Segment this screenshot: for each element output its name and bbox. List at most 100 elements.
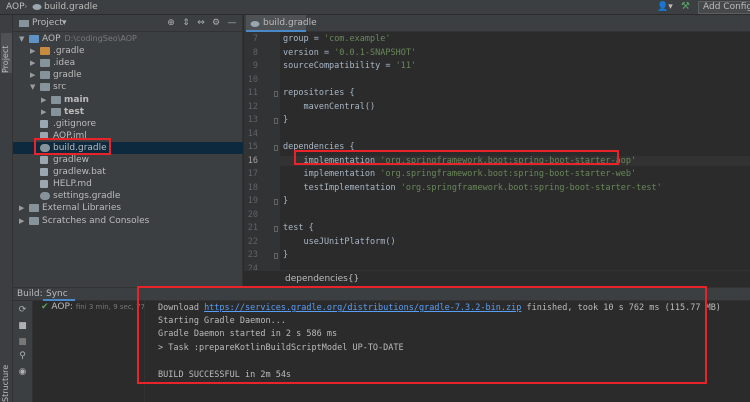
tab-label: build.gradle <box>263 18 317 28</box>
line-number: 8 <box>252 47 258 58</box>
project-tool-tab[interactable]: Project <box>1 33 12 73</box>
breadcrumb-separator: › <box>24 2 28 12</box>
fold-marker-icon[interactable] <box>274 253 278 259</box>
project-panel-header: Project ▾ ⊕ ⇕ ⇔ ⚙ — <box>13 15 243 32</box>
chevron-down-icon[interactable]: ▼ <box>19 33 27 45</box>
fold-marker-icon[interactable] <box>274 145 278 151</box>
fold-marker-icon[interactable] <box>274 226 278 232</box>
line-number: 23 <box>247 250 258 260</box>
minimize-icon[interactable]: — <box>227 18 237 28</box>
tree-item[interactable]: ▶ External Libraries <box>13 202 243 214</box>
code-token: version = <box>283 47 335 58</box>
highlight-box-build-gradle <box>34 138 111 155</box>
line-number: 13 <box>247 115 258 125</box>
chevron-right-icon[interactable]: ▶ <box>19 202 27 214</box>
project-path: D:\codingSeo\AOP <box>64 34 137 43</box>
build-tree: ✔ AOP: fini 3 min, 9 sec, 776 ms <box>33 301 145 402</box>
expand-all-icon[interactable]: ⇕ <box>181 18 191 28</box>
chevron-right-icon[interactable]: ▶ <box>30 57 38 69</box>
tab-sync[interactable]: Sync <box>43 288 75 301</box>
build-tree-item-detail: fini 3 min, 9 sec, 776 ms <box>75 303 145 311</box>
fold-marker-icon[interactable] <box>274 91 278 97</box>
scratch-icon <box>29 216 39 225</box>
tree-item[interactable]: gradlew.bat <box>13 166 243 178</box>
sync-refresh-icon[interactable]: ⟳ <box>17 305 28 316</box>
tree-item[interactable]: ▶ .idea <box>13 57 243 69</box>
code-token: testImplementation <box>283 182 401 193</box>
tree-item[interactable]: ▼ AOP D:\codingSeo\AOP <box>13 33 243 45</box>
folder-icon <box>40 83 50 92</box>
code-line: test { <box>283 223 314 233</box>
tree-item[interactable]: ▶ main <box>13 94 243 106</box>
editor-tab-bar: build.gradle <box>244 15 750 32</box>
sync-tab-label: Sync <box>46 289 68 299</box>
tree-item-label: gradle <box>53 70 82 81</box>
breadcrumb-file[interactable]: build.gradle <box>44 2 98 12</box>
code-token: mavenCentral() <box>283 101 376 112</box>
code-line: } <box>283 250 288 260</box>
build-tree-item[interactable]: ✔ AOP: fini 3 min, 9 sec, 776 ms <box>41 302 145 312</box>
chevron-right-icon[interactable]: ▶ <box>41 106 49 118</box>
tree-item[interactable]: gradlew <box>13 154 243 166</box>
chevron-down-icon[interactable]: ▾ <box>62 18 67 28</box>
tree-item[interactable]: ▶ gradle <box>13 69 243 81</box>
gradle-elephant-icon <box>40 192 50 201</box>
tree-item[interactable]: ▶ .gradle <box>13 45 243 57</box>
tree-item-label: .gradle <box>53 46 85 57</box>
code-line: implementation 'org.springframework.boot… <box>283 169 636 179</box>
structure-tool-tab[interactable]: Structure <box>1 360 12 402</box>
file-icon <box>40 119 48 128</box>
code-line: version = '0.0.1-SNAPSHOT' <box>283 48 416 58</box>
project-folder-icon <box>19 20 29 27</box>
code-token: } <box>283 196 289 206</box>
collapse-all-icon[interactable]: ⇔ <box>196 18 206 28</box>
fold-marker-icon[interactable] <box>274 118 278 124</box>
project-panel: Project ▾ ⊕ ⇕ ⇔ ⚙ — ▼ AOP D:\codingSeo\AOP… <box>13 15 243 287</box>
tree-item[interactable]: .gitignore <box>13 118 243 130</box>
chevron-down-icon[interactable]: ▼ <box>30 81 38 93</box>
folder-icon <box>40 47 50 56</box>
project-view-selector[interactable]: Project <box>32 18 63 28</box>
line-number: 7 <box>252 34 258 44</box>
editor-breadcrumb: dependencies{} <box>244 270 750 287</box>
breadcrumb-project[interactable]: AOP <box>6 2 25 12</box>
stop-icon[interactable]: ■ <box>17 321 28 332</box>
tree-item[interactable]: settings.gradle <box>13 190 243 202</box>
tab-build-gradle[interactable]: build.gradle <box>246 15 317 32</box>
locate-target-icon[interactable]: ⊕ <box>166 18 176 28</box>
chevron-right-icon[interactable]: ▶ <box>30 45 38 57</box>
line-number: 18 <box>247 182 258 193</box>
hammer-build-icon[interactable]: ⚒ <box>681 1 693 13</box>
string-literal: '0.0.1-SNAPSHOT' <box>334 47 417 58</box>
tree-item-label: settings.gradle <box>53 191 121 202</box>
code-token: repositories { <box>283 88 355 98</box>
add-configuration-button[interactable]: Add Configura <box>698 1 750 14</box>
pin-icon[interactable]: ⚲ <box>17 351 28 362</box>
code-line: group = 'com.example' <box>283 34 390 44</box>
eye-icon[interactable]: ◉ <box>17 367 28 378</box>
code-line: } <box>283 115 288 125</box>
chevron-right-icon[interactable]: ▶ <box>30 69 38 81</box>
code-token: } <box>283 250 289 260</box>
user-icon[interactable]: 👤▾ <box>657 2 673 13</box>
gradle-elephant-icon <box>32 4 42 10</box>
string-literal: 'org.springframework.boot:spring-boot-st… <box>400 182 662 193</box>
library-icon <box>29 204 39 213</box>
line-number: 17 <box>247 169 258 179</box>
code-line: } <box>283 196 288 206</box>
chevron-right-icon[interactable]: ▶ <box>19 215 27 227</box>
tree-item[interactable]: ▶ test <box>13 106 243 118</box>
file-icon <box>40 168 48 177</box>
tree-item[interactable]: HELP.md <box>13 178 243 190</box>
tree-item[interactable]: ▼ src <box>13 81 243 93</box>
highlight-box-aop-dependency <box>294 150 619 165</box>
line-number: 10 <box>247 74 258 85</box>
fold-marker-icon[interactable] <box>274 199 278 205</box>
code-line: repositories { <box>283 88 355 98</box>
code-token: test { <box>283 223 314 233</box>
tree-item[interactable]: ▶ Scratches and Consoles <box>13 215 243 227</box>
chevron-right-icon[interactable]: ▶ <box>41 94 49 106</box>
breadcrumb-dependencies[interactable]: dependencies{} <box>285 274 359 284</box>
gear-icon[interactable]: ⚙ <box>211 18 221 28</box>
code-token: useJUnitPlatform() <box>283 236 396 247</box>
